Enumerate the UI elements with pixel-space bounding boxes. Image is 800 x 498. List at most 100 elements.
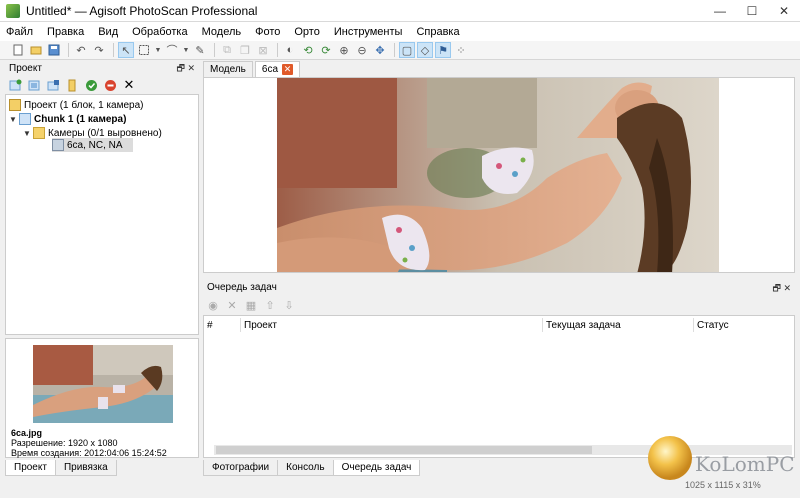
column-divider — [693, 318, 694, 332]
move-up-icon[interactable]: ⇧ — [262, 298, 278, 313]
chunk-icon — [19, 113, 31, 125]
disable-icon[interactable] — [102, 77, 118, 93]
toolbar-separator — [68, 43, 69, 57]
column-status[interactable]: Статус — [697, 320, 729, 331]
window-title: Untitled* — Agisoft PhotoScan Profession… — [26, 3, 258, 18]
toolbar-separator — [113, 43, 114, 57]
preview-thumbnail — [33, 345, 173, 423]
menu-help[interactable]: Справка — [416, 26, 459, 38]
title-bar: Untitled* — Agisoft PhotoScan Profession… — [0, 0, 800, 22]
enable-icon[interactable] — [83, 77, 99, 93]
grid-view-icon[interactable]: ⁘ — [453, 42, 469, 58]
add-photos-icon[interactable] — [26, 77, 42, 93]
undo-icon[interactable]: ↶ — [73, 42, 89, 58]
photo-preview-panel: 6ca.jpg Разрешение: 1920 x 1080 Время со… — [5, 338, 199, 458]
tab-reference[interactable]: Привязка — [54, 460, 117, 476]
stop-icon[interactable]: ◉ — [205, 298, 221, 313]
zoom-out-icon[interactable]: ⊖ — [354, 42, 370, 58]
close-icon[interactable]: ✕ — [282, 64, 294, 75]
task-queue-toolbar: ◉ ✕ ▦ ⇧ ⇩ — [203, 297, 795, 314]
move-down-icon[interactable]: ⇩ — [281, 298, 297, 313]
menu-ortho[interactable]: Орто — [294, 26, 319, 38]
camera-icon — [52, 139, 64, 151]
menu-workflow[interactable]: Обработка — [132, 26, 187, 38]
move-icon[interactable]: ✥ — [372, 42, 388, 58]
main-toolbar: ↶ ↷ ↖ ▼ ⌒ ▼ ✎ ⧉ ❐ ⊠ ◐ ⟲ ⟳ ⊕ ⊖ ✥ ▢ ◇ ⚑ ⁘ — [0, 41, 800, 60]
delete-selection-icon[interactable]: ⊠ — [255, 42, 271, 58]
project-toolbar: ✕ — [5, 76, 199, 94]
chevron-down-icon[interactable]: ▼ — [154, 42, 162, 58]
rotate-right-icon[interactable]: ⟳ — [318, 42, 334, 58]
menu-view[interactable]: Вид — [98, 26, 118, 38]
new-file-icon[interactable] — [10, 42, 26, 58]
batch-icon[interactable]: ▦ — [243, 298, 259, 313]
watermark-logo: KoLomPC 1025 x 1115 x 31% — [645, 430, 800, 498]
tree-root[interactable]: Проект (1 блок, 1 камера) — [9, 98, 144, 112]
tree-chunk[interactable]: ▼ Chunk 1 (1 камера) — [9, 112, 126, 126]
panel-float-close-icon[interactable]: 🗗 ✕ — [177, 61, 196, 77]
menu-bar: Файл Правка Вид Обработка Модель Фото Ор… — [0, 22, 800, 41]
toolbar-separator — [394, 43, 395, 57]
remove-icon[interactable]: ✕ — [224, 298, 240, 313]
column-project[interactable]: Проект — [244, 320, 277, 331]
menu-tools[interactable]: Инструменты — [334, 26, 403, 38]
app-icon — [6, 3, 20, 18]
tab-model-label: Модель — [210, 64, 246, 75]
tree-camera-item[interactable]: 6ca, NC, NA — [52, 138, 133, 152]
copy-icon[interactable]: ❐ — [237, 42, 253, 58]
watermark-text: KoLomPC — [695, 452, 795, 476]
zoom-in-icon[interactable]: ⊕ — [336, 42, 352, 58]
column-divider — [542, 318, 543, 332]
pencil-icon[interactable]: ✎ — [192, 42, 208, 58]
preview-resolution: Разрешение: 1920 x 1080 — [11, 438, 118, 448]
chevron-down-icon[interactable]: ▼ — [182, 42, 190, 58]
show-markers-icon[interactable]: ◇ — [417, 42, 433, 58]
crop-icon[interactable]: ⧉ — [219, 42, 235, 58]
tab-photos[interactable]: Фотографии — [203, 460, 279, 476]
show-flags-icon[interactable]: ⚑ — [435, 42, 451, 58]
tab-photo[interactable]: 6ca ✕ — [254, 61, 301, 77]
rectangle-selection-icon[interactable] — [136, 42, 152, 58]
chevron-down-icon[interactable]: ▼ — [23, 129, 33, 138]
project-panel-header: Проект 🗗 ✕ — [5, 60, 199, 76]
tree-chunk-label: Chunk 1 (1 камера) — [34, 113, 127, 125]
menu-photo[interactable]: Фото — [255, 26, 280, 38]
tree-camera-label: 6ca, NC, NA — [67, 139, 123, 151]
redo-icon[interactable]: ↷ — [91, 42, 107, 58]
add-chunk-icon[interactable] — [7, 77, 23, 93]
maximize-button[interactable]: ☐ — [736, 0, 768, 22]
column-current-task[interactable]: Текущая задача — [546, 320, 621, 331]
toolbar-separator — [214, 43, 215, 57]
tab-console[interactable]: Консоль — [277, 460, 334, 476]
menu-file[interactable]: Файл — [6, 26, 33, 38]
panel-float-close-icon[interactable]: 🗗 ✕ — [773, 281, 792, 297]
rotate-left-icon[interactable]: ⟲ — [300, 42, 316, 58]
remove-icon[interactable]: ✕ — [121, 77, 137, 93]
menu-model[interactable]: Модель — [202, 26, 241, 38]
project-icon — [9, 99, 21, 111]
minimize-button[interactable]: — — [704, 0, 736, 22]
document-tabs: Модель 6ca ✕ — [203, 60, 302, 77]
scrollbar-thumb[interactable] — [216, 446, 592, 454]
tab-task-queue[interactable]: Очередь задач — [332, 460, 421, 476]
open-folder-icon[interactable] — [28, 42, 44, 58]
add-marker-icon[interactable] — [64, 77, 80, 93]
bottom-panel-tabs: Фотографии Консоль Очередь задач — [203, 460, 421, 476]
folder-icon — [33, 127, 45, 139]
save-icon[interactable] — [46, 42, 62, 58]
add-folder-icon[interactable] — [45, 77, 61, 93]
watermark-subtext: 1025 x 1115 x 31% — [685, 480, 761, 490]
photo-viewer[interactable] — [203, 77, 795, 273]
menu-edit[interactable]: Правка — [47, 26, 84, 38]
tab-project[interactable]: Проект — [5, 460, 56, 476]
tab-model[interactable]: Модель — [203, 61, 253, 77]
ruler-icon[interactable]: ⌒ — [164, 42, 180, 58]
tree-root-label: Проект (1 блок, 1 камера) — [24, 99, 144, 111]
chevron-down-icon[interactable]: ▼ — [9, 115, 19, 124]
close-button[interactable]: ✕ — [768, 0, 800, 22]
navigation-icon[interactable]: ↖ — [118, 42, 134, 58]
show-cameras-icon[interactable]: ▢ — [399, 42, 415, 58]
task-queue-header: Очередь задач 🗗 ✕ — [203, 280, 795, 295]
column-number[interactable]: # — [207, 320, 213, 331]
brightness-icon[interactable]: ◐ — [282, 42, 298, 58]
